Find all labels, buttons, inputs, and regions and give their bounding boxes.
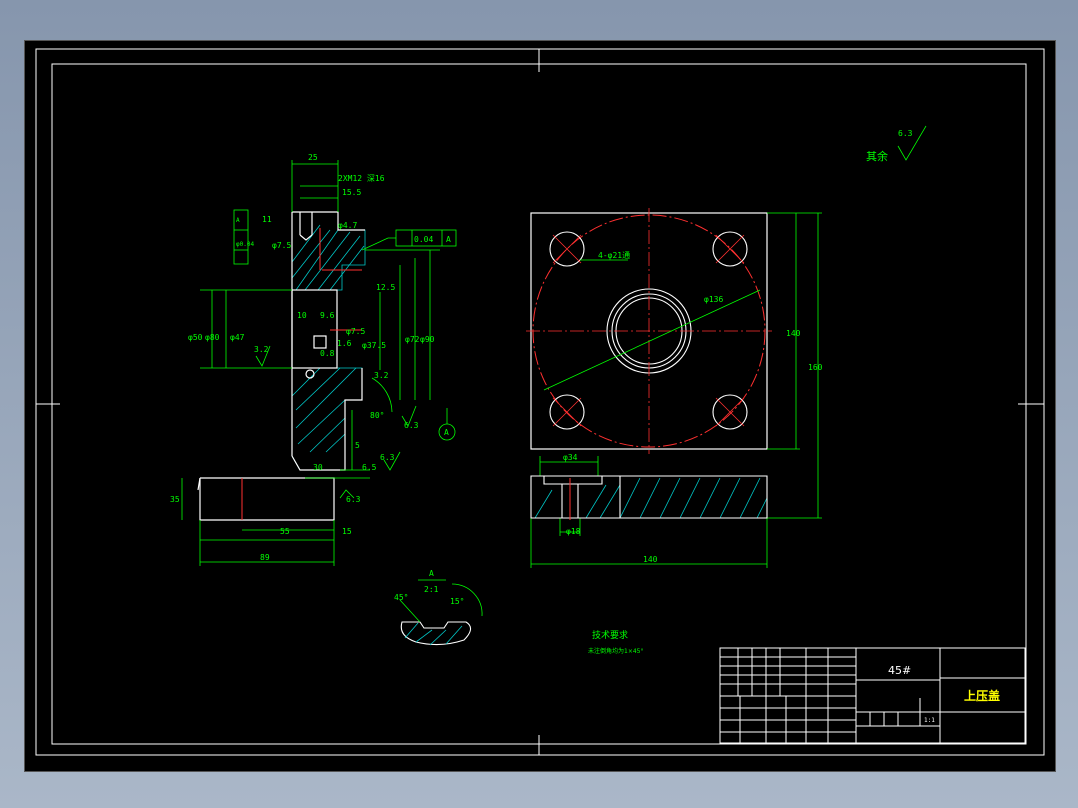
title-material: 45# [888,664,911,677]
dim-phi4-7: φ4.7 [338,221,357,230]
detail-view-a: A 2:1 45° 15° [394,569,483,646]
dim-6-3b: 6.3 [404,421,419,430]
dim-phi47: φ47 [230,333,245,342]
dim-phi72: φ72 [405,335,420,344]
dim-30: 30 [313,463,323,472]
dim-phi50: φ50 [188,333,203,342]
tech-req-text: 未注倒角均为1×45° [588,647,643,655]
dim-3-2b: 3.2 [374,371,389,380]
title-scale: 1:1 [924,717,935,724]
dim-160-vert: 160 [808,363,823,372]
dim-3-2: 3.2 [254,345,269,354]
dim-phi7-5b: φ7.5 [346,327,365,336]
dim-80deg: 80° [370,411,384,420]
dim-89: 89 [260,553,270,562]
dim-0-8: 0.8 [320,349,335,358]
gdt-coax-datum: A [236,217,240,224]
technical-requirements: 技术要求 未注倒角均为1×45° [588,629,643,655]
detail-scale: 2:1 [424,585,439,594]
surface-note-value: 6.3 [898,129,913,138]
dim-12-5: 12.5 [376,283,395,292]
dim-6-3c: 6.3 [346,495,361,504]
section-dim-lines [181,160,457,566]
dim-15: 15 [342,527,352,536]
dim-phi80: φ80 [205,333,220,342]
dim-11: 11 [262,215,272,224]
label-holes: 4-φ21通 [598,250,630,260]
label-pcd: φ136 [704,295,723,304]
title-block: 45# 上压盖 1:1 [719,647,1026,744]
dim-phi34: φ34 [563,453,578,462]
dim-phi18: φ18 [566,527,581,536]
dim-10: 10 [297,311,307,320]
section-hatch [291,211,366,471]
section-view: 25 2XM12 深16 15.5 φ4.7 φ7.5 12.5 10 9.6 … [170,153,457,566]
title-part-name: 上压盖 [964,688,1000,703]
dim-140-horiz: 140 [643,555,658,564]
dim-35: 35 [170,495,180,504]
dim-phi37: φ37.5 [362,341,386,350]
dim-6-3a: 6.3 [380,453,395,462]
top-dim-lines [530,212,822,568]
detail-angle-15: 15° [450,597,464,606]
dim-25: 25 [308,153,318,162]
detail-angle-45: 45° [394,593,408,602]
gdt-flatness-value: 0.04 [414,235,433,244]
dim-phi90: φ90 [420,335,435,344]
surface-note-text: 其余 [866,149,888,163]
top-view: 4-φ21通 φ136 140 160 φ34 φ18 140 [526,208,823,568]
dim-140-vert: 140 [786,329,801,338]
sheet-frame [35,48,1045,756]
surface-finish-note: 其余 6.3 [866,125,927,163]
dim-1-6: 1.6 [337,339,352,348]
bolt-hole-centers [526,208,772,454]
dim-55: 55 [280,527,290,536]
gdt-coax-value: φ0.04 [236,241,254,248]
dim-phi7-5a: φ7.5 [272,241,291,250]
tech-req-title: 技术要求 [592,629,628,641]
dim-thread: 2XM12 深16 [338,174,385,183]
section-outline [197,211,365,521]
dim-15-5: 15.5 [342,188,361,197]
gdt-flatness-datum: A [446,235,451,244]
datum-a-label: A [444,428,449,437]
top-dim-texts: 4-φ21通 φ136 140 160 φ34 φ18 140 [563,250,823,564]
front-section [530,475,768,520]
dim-5: 5 [355,441,360,450]
cad-drawing[interactable]: 25 2XM12 深16 15.5 φ4.7 φ7.5 12.5 10 9.6 … [0,0,1078,808]
detail-label: A [429,569,434,578]
dim-9-6: 9.6 [320,311,335,320]
dim-6-5: 6.5 [362,463,377,472]
